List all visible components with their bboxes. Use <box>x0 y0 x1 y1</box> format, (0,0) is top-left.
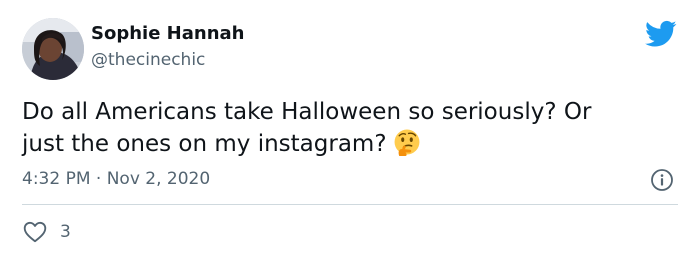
tweet-timestamp[interactable]: 4:32 PM · Nov 2, 2020 <box>22 168 210 190</box>
divider <box>22 204 678 205</box>
tweet-text-line-2-text: just the ones on my instagram? <box>22 131 387 157</box>
tweet-text-line-1: Do all Americans take Halloween so serio… <box>22 99 592 125</box>
twitter-bird-icon[interactable] <box>645 20 677 48</box>
avatar-image <box>22 18 84 80</box>
author-display-name[interactable]: Sophie Hannah <box>91 22 244 46</box>
tweet-text: Do all Americans take Halloween so serio… <box>22 96 682 160</box>
heart-icon[interactable] <box>22 219 48 245</box>
like-button[interactable]: 3 <box>22 219 71 245</box>
info-icon[interactable] <box>650 168 674 192</box>
tweet-text-line-2: just the ones on my instagram? <box>22 128 682 160</box>
thinking-face-emoji-icon <box>394 129 419 156</box>
author-handle[interactable]: @thecinechic <box>91 49 205 71</box>
like-count: 3 <box>60 222 71 242</box>
tweet-card: Sophie Hannah @thecinechic Do all Americ… <box>0 0 700 257</box>
avatar[interactable] <box>22 18 84 80</box>
